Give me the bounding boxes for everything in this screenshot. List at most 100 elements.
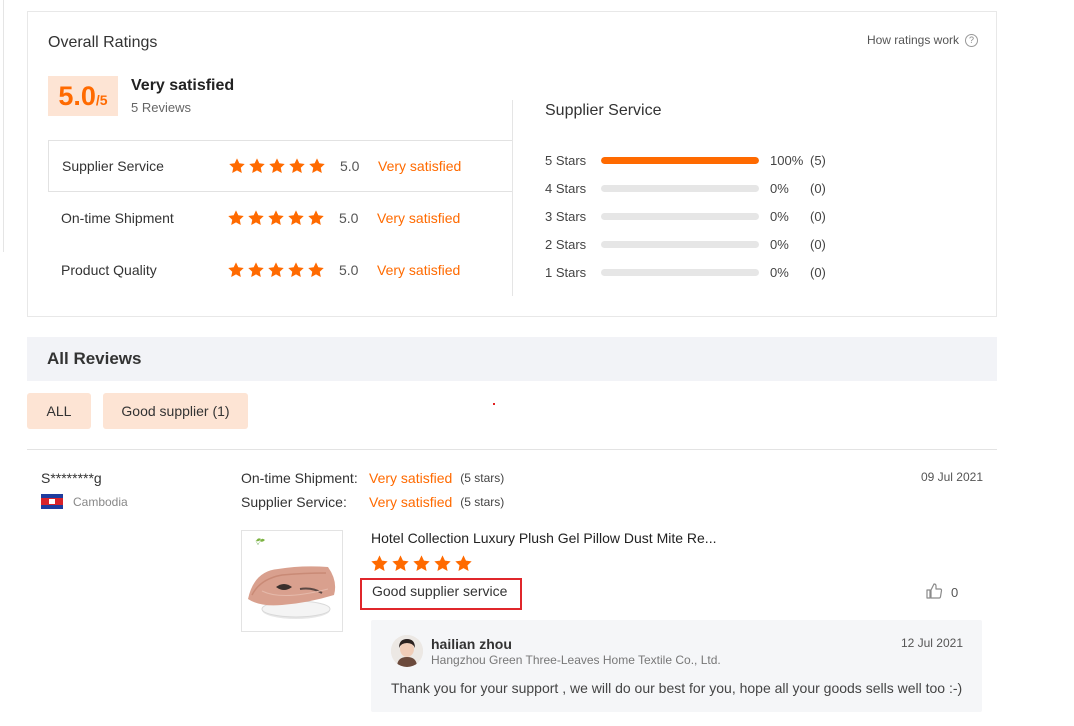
shipment-value: Very satisfied xyxy=(369,470,453,486)
cambodia-flag-icon xyxy=(41,494,63,509)
star-icon xyxy=(228,157,246,175)
avatar xyxy=(391,635,423,667)
dimension-description: Very satisfied xyxy=(378,158,462,174)
star-icon xyxy=(267,261,285,279)
reply-author-name: hailian zhou xyxy=(431,636,512,652)
star-icon xyxy=(227,261,245,279)
distribution-row-4: 4 Stars 0% (0) xyxy=(545,174,840,202)
dimension-score: 5.0 xyxy=(340,158,360,174)
distribution-label: 4 Stars xyxy=(545,180,587,196)
distribution-row-3: 3 Stars 0% (0) xyxy=(545,202,840,230)
reviewer-country: Cambodia xyxy=(41,494,128,509)
reviews-divider xyxy=(27,449,997,450)
overall-ratings-card: Overall Ratings How ratings work ? 5.0 /… xyxy=(27,11,997,317)
thumbs-up-icon xyxy=(925,582,943,603)
reply-text: Thank you for your support , we will do … xyxy=(391,680,963,696)
review-service-rating: Supplier Service: Very satisfied (5 star… xyxy=(241,494,504,510)
pillow-product-image xyxy=(242,531,342,631)
supplier-reply: hailian zhou Hangzhou Green Three-Leaves… xyxy=(371,620,982,712)
overall-score-label: Very satisfied xyxy=(131,77,235,94)
review-text: Good supplier service xyxy=(372,583,508,599)
distribution-count: (0) xyxy=(810,236,826,252)
supplier-service-title: Supplier Service xyxy=(545,102,662,119)
distribution-label: 3 Stars xyxy=(545,208,587,224)
dimension-score: 5.0 xyxy=(339,262,359,278)
rating-dimensions: Supplier Service 5.0 Very satisfied On-t… xyxy=(48,140,513,296)
star-icon xyxy=(433,554,452,573)
dimension-description: Very satisfied xyxy=(377,262,461,278)
distribution-count: (0) xyxy=(810,264,826,280)
vertical-divider xyxy=(512,100,513,296)
how-ratings-work-label: How ratings work xyxy=(866,33,959,47)
distribution-bar xyxy=(601,268,759,276)
star-icon xyxy=(412,554,431,573)
distribution-count: (0) xyxy=(810,180,826,196)
dimension-supplier-service[interactable]: Supplier Service 5.0 Very satisfied xyxy=(48,140,513,192)
dimension-name: Supplier Service xyxy=(62,158,164,174)
overall-reviews-count: 5 Reviews xyxy=(131,100,191,115)
shipment-stars: (5 stars) xyxy=(460,471,505,485)
distribution-count: (0) xyxy=(810,208,826,224)
distribution-bar xyxy=(601,184,759,192)
dimension-name: Product Quality xyxy=(61,262,157,278)
product-title[interactable]: Hotel Collection Luxury Plush Gel Pillow… xyxy=(371,530,716,546)
distribution-percent: 0% xyxy=(770,264,789,280)
distribution-row-1: 1 Stars 0% (0) xyxy=(545,258,840,286)
shipment-label: On-time Shipment: xyxy=(241,470,358,486)
distribution-bar xyxy=(601,156,759,164)
reply-date: 12 Jul 2021 xyxy=(900,636,963,650)
distribution-row-2: 2 Stars 0% (0) xyxy=(545,230,840,258)
distribution-bar-fill xyxy=(601,156,759,164)
star-icon xyxy=(391,554,410,573)
distribution-percent: 100% xyxy=(770,152,804,168)
filter-all-button[interactable]: ALL xyxy=(27,393,91,429)
distribution-percent: 0% xyxy=(770,180,789,196)
star-icon xyxy=(287,209,305,227)
reviewer-country-name: Cambodia xyxy=(73,494,128,509)
dimension-name: On-time Shipment xyxy=(61,210,174,226)
overall-score-max: /5 xyxy=(95,92,108,108)
dimension-product-quality[interactable]: Product Quality 5.0 Very satisfied xyxy=(48,244,513,296)
star-icon xyxy=(248,157,266,175)
star-distribution: 5 Stars 100% (5) 4 Stars 0% (0) 3 Stars … xyxy=(545,146,840,286)
star-icon xyxy=(267,209,285,227)
reply-company: Hangzhou Green Three-Leaves Home Textile… xyxy=(431,653,721,667)
like-button[interactable]: 0 xyxy=(925,582,958,603)
distribution-row-5: 5 Stars 100% (5) xyxy=(545,146,840,174)
star-icon xyxy=(227,209,245,227)
review-date: 09 Jul 2021 xyxy=(920,470,983,484)
distribution-label: 5 Stars xyxy=(545,152,587,168)
dimension-on-time-shipment[interactable]: On-time Shipment 5.0 Very satisfied xyxy=(48,192,513,244)
star-icon xyxy=(307,209,325,227)
all-reviews-title: All Reviews xyxy=(47,349,142,368)
star-icon xyxy=(308,157,326,175)
distribution-bar xyxy=(601,240,759,248)
distribution-label: 2 Stars xyxy=(545,236,587,252)
overall-score: 5.0 xyxy=(58,81,96,111)
star-rating xyxy=(227,261,339,279)
star-rating xyxy=(227,209,339,227)
service-label: Supplier Service: xyxy=(241,494,347,510)
star-icon xyxy=(288,157,306,175)
service-stars: (5 stars) xyxy=(460,495,505,509)
review-star-rating xyxy=(370,554,473,573)
distribution-percent: 0% xyxy=(770,208,789,224)
overall-ratings-title: Overall Ratings xyxy=(48,34,158,51)
star-icon xyxy=(268,157,286,175)
star-icon xyxy=(247,209,265,227)
review-text-highlight: Good supplier service xyxy=(360,578,522,610)
product-thumbnail[interactable] xyxy=(241,530,343,632)
star-icon xyxy=(247,261,265,279)
like-count: 0 xyxy=(951,585,959,600)
star-icon xyxy=(454,554,473,573)
dimension-score: 5.0 xyxy=(339,210,359,226)
distribution-count: (5) xyxy=(810,152,826,168)
star-icon xyxy=(287,261,305,279)
reviewer-name: S********g xyxy=(41,470,102,486)
filter-good-supplier-button[interactable]: Good supplier (1) xyxy=(103,393,248,429)
overall-score-badge: 5.0 /5 xyxy=(48,76,118,116)
star-rating xyxy=(228,157,340,175)
distribution-bar xyxy=(601,212,759,220)
help-circle-icon: ? xyxy=(965,33,978,47)
how-ratings-work-link[interactable]: How ratings work ? xyxy=(867,33,978,47)
